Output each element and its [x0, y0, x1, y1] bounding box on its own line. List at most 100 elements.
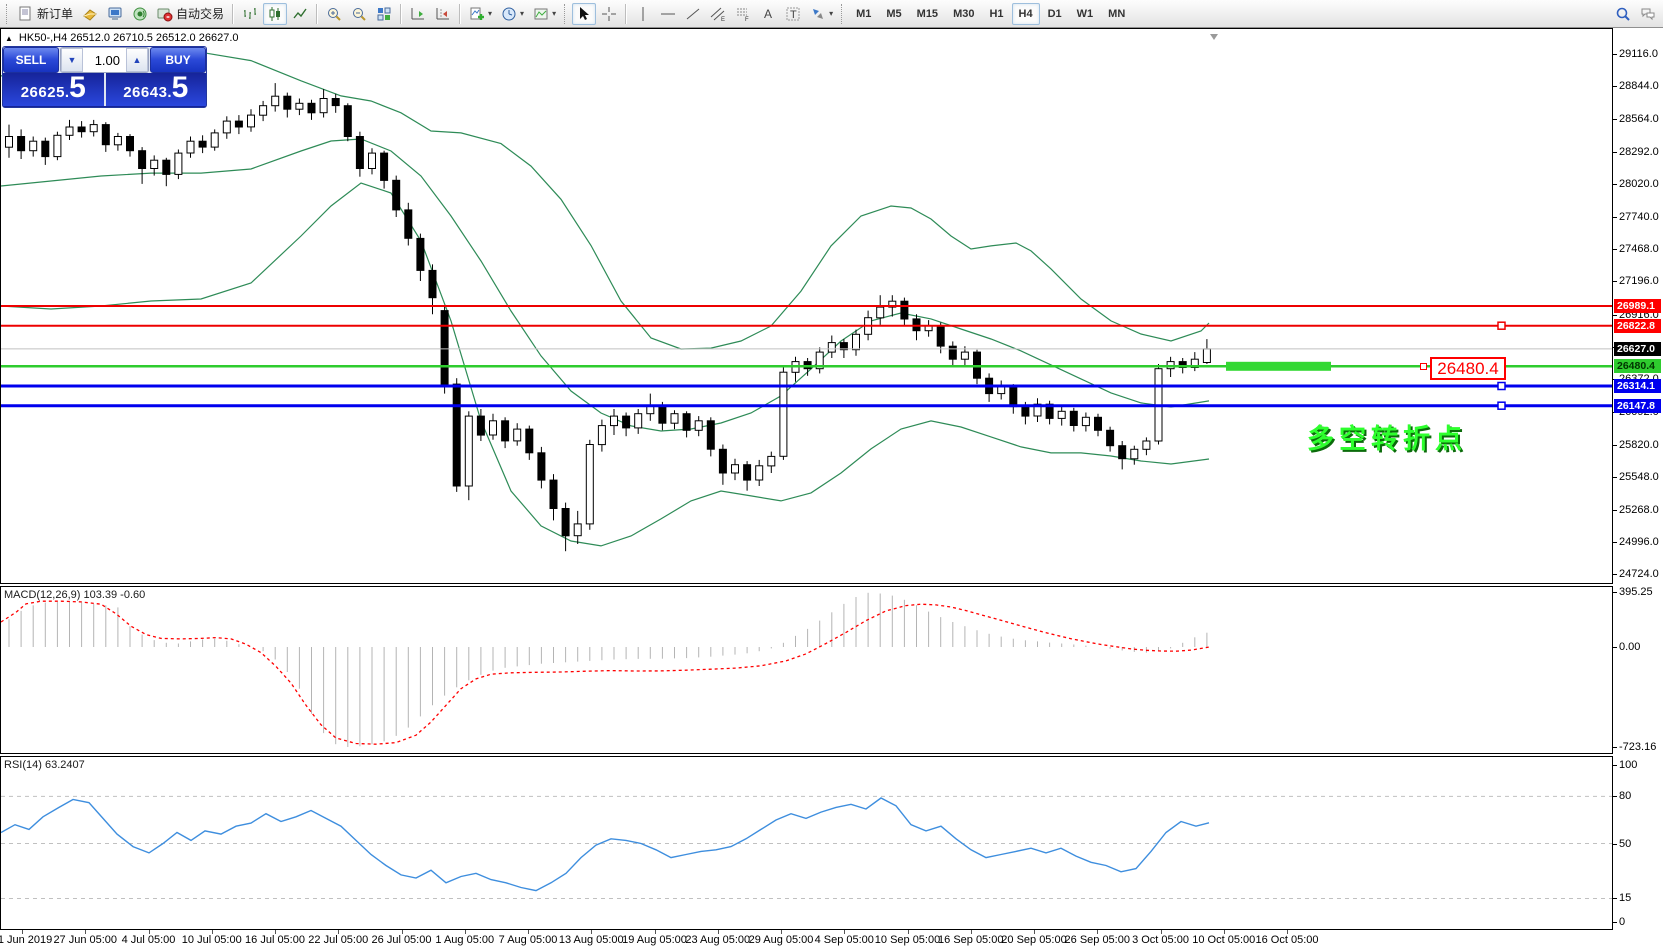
band-lower [1, 183, 1209, 546]
highlight-rectangle[interactable] [1226, 362, 1331, 371]
time-tick-label: 10 Jul 05:00 [182, 934, 242, 946]
text-icon: A [760, 6, 776, 22]
volume-increase-button[interactable]: ▲ [126, 48, 148, 72]
vertical-line-tool-button[interactable] [631, 3, 655, 25]
channel-tool-button[interactable]: E [706, 3, 730, 25]
market-watch-button[interactable] [78, 3, 102, 25]
rsi-canvas[interactable] [1, 757, 1612, 929]
price-tick [1613, 249, 1617, 250]
main-chart-canvas[interactable] [1, 29, 1612, 583]
crosshair-tool-button[interactable] [597, 3, 621, 25]
horizontal-line-tool-button[interactable] [656, 3, 680, 25]
arrows-tool-button[interactable]: ▾ [806, 3, 837, 25]
periods-button[interactable]: ▾ [497, 3, 528, 25]
rsi-tick [1613, 898, 1617, 899]
svg-text:E: E [721, 17, 725, 22]
new-order-button[interactable]: 新订单 [14, 3, 77, 25]
rsi-label: RSI(14) 63.2407 [4, 759, 85, 771]
cursor-tool-button[interactable] [572, 3, 596, 25]
candle-chart-mode-button[interactable] [263, 3, 287, 25]
volume-value[interactable]: 1.00 [83, 48, 126, 72]
time-tick-label: 3 Oct 05:00 [1132, 934, 1189, 946]
macd-tick [1613, 647, 1617, 648]
price-axis[interactable]: 29116.028844.028564.028292.028020.027740… [1613, 28, 1663, 584]
price-badge: 26627.0 [1614, 342, 1661, 356]
search-button[interactable] [1611, 3, 1635, 25]
tile-windows-button[interactable] [372, 3, 396, 25]
time-tick-label: 4 Jul 05:00 [122, 934, 176, 946]
trendline-tool-button[interactable] [681, 3, 705, 25]
svg-text:F: F [745, 17, 749, 22]
toolbar-separator [459, 4, 461, 24]
price-tick-label: 25548.0 [1619, 471, 1659, 483]
time-tick-label: 10 Oct 05:00 [1192, 934, 1255, 946]
turning-point-label[interactable]: 多空转折点 [1307, 417, 1467, 456]
time-tick-label: 29 Aug 05:00 [749, 934, 814, 946]
timeframe-mn[interactable]: MN [1101, 3, 1132, 25]
text-tool-button[interactable]: A [756, 3, 780, 25]
fibonacci-tool-button[interactable]: F [731, 3, 755, 25]
price-tick [1613, 574, 1617, 575]
line-chart-mode-button[interactable] [288, 3, 312, 25]
volume-decrease-button[interactable]: ▼ [61, 48, 83, 72]
horizontal-line-objects[interactable] [1, 306, 1612, 406]
time-tick-label: 23 Aug 05:00 [685, 934, 750, 946]
time-tick-label: 16 Jul 05:00 [245, 934, 305, 946]
terminal-button[interactable] [103, 3, 127, 25]
sell-price[interactable]: 26625 . 5 [3, 73, 104, 106]
timeframe-m1[interactable]: M1 [849, 3, 878, 25]
terminal-icon [107, 6, 123, 22]
hline-edit-marker[interactable] [1498, 383, 1505, 390]
auto-trading-button[interactable]: 自动交易 [153, 3, 228, 25]
tile-windows-icon [376, 6, 392, 22]
indicators-button[interactable]: ▾ [465, 3, 496, 25]
buy-price[interactable]: 26643 . 5 [106, 73, 207, 106]
chart-shift-icon [435, 6, 451, 22]
price-tick-label: 27196.0 [1619, 275, 1659, 287]
chart-shift-button[interactable] [431, 3, 455, 25]
chat-button[interactable] [1636, 3, 1660, 25]
timeframe-m5[interactable]: M5 [879, 3, 908, 25]
rsi-panel[interactable]: RSI(14) 63.2407 [0, 756, 1613, 930]
chart-shift-marker[interactable] [1210, 34, 1218, 40]
main-toolbar: 新订单 自动交易 [0, 0, 1663, 28]
sell-button[interactable]: SELL [3, 47, 59, 73]
toolbar-grip[interactable] [6, 4, 10, 24]
time-axis[interactable]: 21 Jun 201927 Jun 05:004 Jul 05:0010 Jul… [0, 930, 1613, 949]
auto-scroll-button[interactable] [406, 3, 430, 25]
toolbar-grip[interactable] [841, 4, 845, 24]
main-chart-panel[interactable]: ▲ HK50-,H4 26512.0 26710.5 26512.0 26627… [0, 28, 1613, 584]
text-label-tool-button[interactable]: T [781, 3, 805, 25]
price-badge: 26314.1 [1614, 379, 1661, 393]
hline-edit-marker[interactable] [1498, 322, 1505, 329]
zoom-out-button[interactable] [347, 3, 371, 25]
dropdown-caret-icon: ▾ [520, 9, 524, 18]
macd-canvas[interactable] [1, 587, 1612, 753]
timeframe-h4[interactable]: H4 [1012, 3, 1040, 25]
indicators-icon [469, 6, 485, 22]
signals-button[interactable] [128, 3, 152, 25]
price-badge: 26822.8 [1614, 319, 1661, 333]
collapse-triangle-icon[interactable]: ▲ [5, 34, 13, 43]
rsi-tick-label: 100 [1619, 759, 1637, 771]
time-tick-label: 20 Sep 05:00 [1001, 934, 1066, 946]
timeframe-m30[interactable]: M30 [946, 3, 981, 25]
timeframe-m15[interactable]: M15 [910, 3, 945, 25]
macd-panel[interactable]: MACD(12,26,9) 103.39 -0.60 [0, 586, 1613, 754]
templates-button[interactable]: ▾ [529, 3, 560, 25]
buy-button[interactable]: BUY [150, 47, 206, 73]
toolbar-separator [316, 4, 318, 24]
time-tick-label: 1 Aug 05:00 [435, 934, 494, 946]
one-click-trading-panel: SELL ▼ 1.00 ▲ BUY 26625 . 5 26643 . [2, 46, 207, 108]
bar-chart-mode-button[interactable] [238, 3, 262, 25]
svg-text:A: A [764, 7, 772, 21]
hline-edit-marker[interactable] [1498, 402, 1505, 409]
timeframe-d1[interactable]: D1 [1041, 3, 1069, 25]
zoom-in-button[interactable] [322, 3, 346, 25]
price-callout-box[interactable]: 26480.4 [1430, 357, 1506, 380]
timeframe-w1[interactable]: W1 [1070, 3, 1101, 25]
toolbar-grip[interactable] [564, 4, 568, 24]
hline-edit-marker[interactable] [1420, 363, 1427, 370]
price-tick [1613, 281, 1617, 282]
timeframe-h1[interactable]: H1 [982, 3, 1010, 25]
